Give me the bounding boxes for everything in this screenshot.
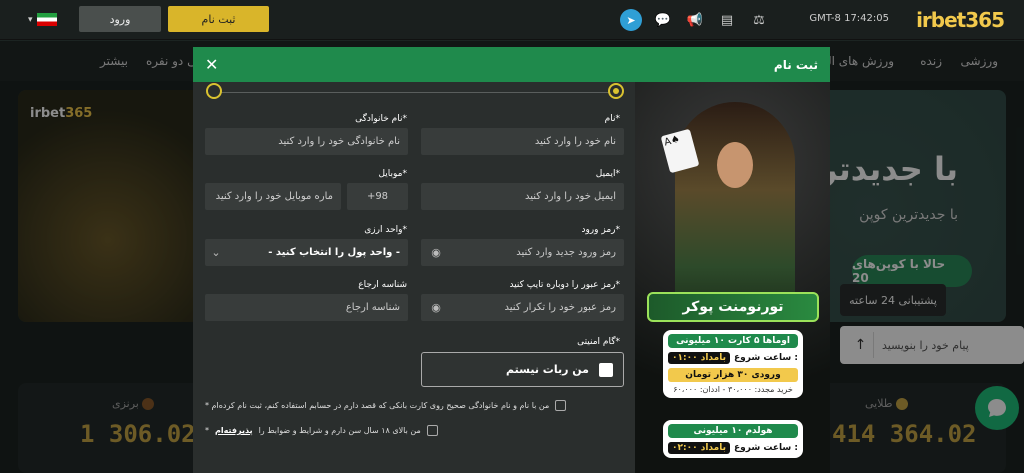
terms-row-age: من بالای ۱۸ سال سن دارم و شرایط و ضوابط … [205,425,625,436]
tournament-2-time-row: ۰۲:۰۰ بامداد ساعت شروع : [668,442,798,454]
currency-select[interactable]: - واحد پول را انتخاب کنید - [205,239,408,266]
first-name-input[interactable]: نام خود را وارد کنید [421,128,624,155]
scale-icon[interactable]: ⚖ [748,9,770,31]
referral-input[interactable]: شناسه ارجاع [205,294,408,321]
currency-label: واحد ارزی* [364,225,407,235]
modal-title: ثبت نام [773,57,818,72]
terms-age-checkbox[interactable] [426,425,438,436]
terms-card-checkbox[interactable] [555,400,567,411]
email-input[interactable]: ایمیل خود را وارد کنید [421,183,624,210]
step-2-indicator [206,83,222,99]
tournament-card-1: اوماها ۵ کارت ۱۰ میلیونی ۰۱:۰۰ بامداد سا… [663,330,803,398]
captcha-checkbox[interactable] [599,362,613,377]
tournament-1-title: اوماها ۵ کارت ۱۰ میلیونی [668,334,798,348]
security-step-label: گام امنیتی* [577,337,620,347]
register-button[interactable]: ثبت نام [168,6,269,32]
tournament-1-time-row: ۰۱:۰۰ بامداد ساعت شروع : [668,352,798,364]
poker-promo: A♠ تورنومنت پوکر اوماها ۵ کارت ۱۰ میلیون… [635,82,830,473]
register-modal: ✕ ثبت نام نام* نام خود را وارد کنید نام … [193,47,830,473]
terms-link[interactable]: پذیرفته‌ام [215,426,253,435]
first-name-label: نام* [604,114,620,124]
top-icons: ➤ 💬 📢 ▤ ⚖ [620,9,770,31]
captcha-box[interactable]: من ربات نیستم [421,352,624,387]
password-repeat-label: رمز عبور را دوباره تایپ کنید* [509,280,620,290]
language-selector[interactable]: ▾ [28,11,68,28]
step-progress-line [213,92,616,93]
mobile-input[interactable]: ماره موبایل خود را وارد کنید [205,183,341,210]
terms-card-text: من با نام و نام خانوادگی صحیح روی کارت ب… [205,401,550,410]
last-name-label: نام خانوادگی* [355,114,407,124]
country-code-input[interactable]: +98 [347,183,408,210]
mobile-label: موبایل* [378,169,407,179]
logo-text: irbet [916,8,966,32]
promo-face [717,142,753,188]
brand-logo[interactable]: irbet365 [916,8,1005,32]
tournament-1-rebuy: خرید مجدد: ۳۰،۰۰۰ - اددان: ۶۰،۰۰۰ [673,385,793,394]
tournament-card-2: هولدم ۱۰ میلیونی ۰۲:۰۰ بامداد ساعت شروع … [663,420,803,458]
terms-age-text: من بالای ۱۸ سال سن دارم و شرایط و ضوابط … [258,426,421,435]
tournament-2-title: هولدم ۱۰ میلیونی [668,424,798,438]
top-bar: irbet365 GMT-8 17:42:05 ➤ 💬 📢 ▤ ⚖ ثبت نا… [0,0,1024,40]
eye-off-icon[interactable]: ◉ [427,245,445,259]
currency-select-value: - واحد پول را انتخاب کنید - [268,247,400,258]
megaphone-icon[interactable]: 📢 [684,9,706,31]
iran-flag-icon [36,13,57,26]
clock: GMT-8 17:42:05 [809,13,889,24]
chevron-down-icon: ▾ [28,14,33,25]
layout-icon[interactable]: ▤ [716,9,738,31]
tournament-1-entry: ورودی ۳۰ هزار تومان [668,368,798,382]
register-form: نام* نام خود را وارد کنید نام خانوادگی* … [193,47,635,473]
referral-label: شناسه ارجاع [358,280,407,290]
email-label: ایمیل* [595,169,620,179]
tournament-1-time: ۰۱:۰۰ بامداد [668,352,730,364]
password-label: رمز ورود* [581,225,620,235]
telegram-icon[interactable]: ➤ [620,9,642,31]
tournament-2-start-label: ساعت شروع : [734,443,798,453]
promo-model-image [675,102,795,322]
step-1-indicator [608,83,624,99]
tournament-2-time: ۰۲:۰۰ بامداد [668,442,730,454]
logo-number: 365 [965,8,1005,32]
chat-bubbles-icon[interactable]: 💬 [652,9,674,31]
captcha-label: من ربات نیستم [506,363,589,376]
eye-off-icon[interactable]: ◉ [427,300,445,314]
terms-row-card: من با نام و نام خانوادگی صحیح روی کارت ب… [205,400,625,411]
login-button[interactable]: ورود [79,6,161,32]
password-input[interactable]: رمز ورود جدید وارد کنید [421,239,624,266]
password-repeat-input[interactable]: رمز عبور خود را تکرار کنید [421,294,624,321]
chevron-down-icon: ⌄ [211,245,221,259]
poker-title: تورنومنت پوکر [647,292,819,322]
last-name-input[interactable]: نام خانوادگی خود را وارد کنید [205,128,408,155]
terms-age-star: * [205,426,209,435]
tournament-1-start-label: ساعت شروع : [734,353,798,363]
